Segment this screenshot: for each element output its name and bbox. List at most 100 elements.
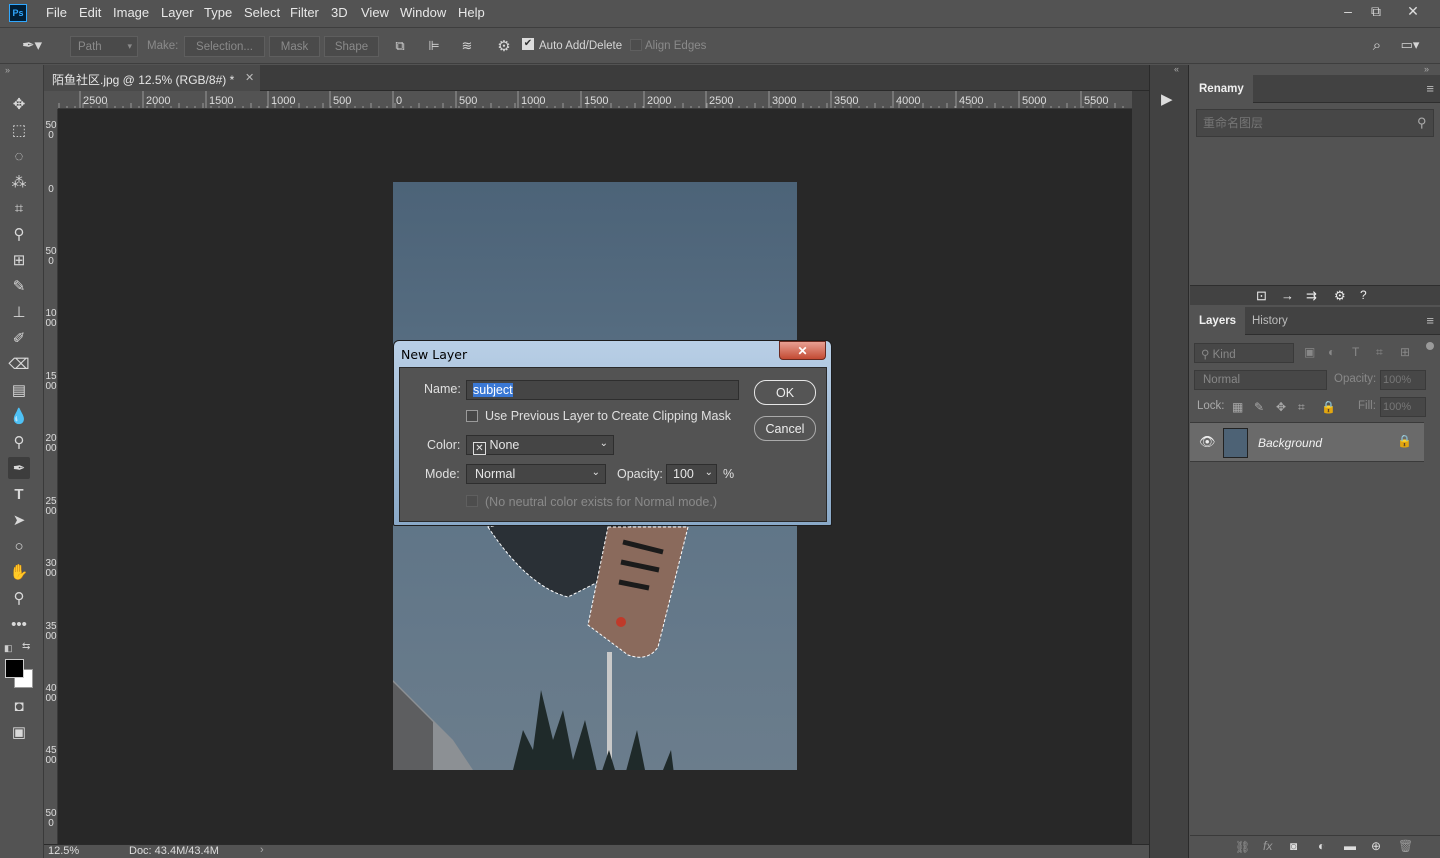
double-arrow-icon[interactable]: ⇉: [1306, 288, 1317, 304]
menu-filter[interactable]: Filter: [290, 5, 319, 20]
lock-pixels-icon[interactable]: ✎: [1254, 400, 1264, 414]
history-brush-tool-icon[interactable]: ✐: [8, 327, 30, 349]
chevron-down-icon[interactable]: ⌄: [705, 467, 713, 478]
gear-icon[interactable]: ⚙: [1334, 288, 1346, 304]
ok-button[interactable]: OK: [754, 380, 816, 405]
collapse-toolbar-icon[interactable]: »: [5, 65, 10, 75]
more-tools-icon[interactable]: •••: [8, 613, 30, 635]
menu-file[interactable]: File: [46, 5, 67, 20]
marquee-tool-icon[interactable]: ⬚: [8, 119, 30, 141]
filter-type-icon[interactable]: T: [1352, 345, 1359, 359]
arrow-right-icon[interactable]: →: [1281, 288, 1294, 303]
stamp-tool-icon[interactable]: ⊥: [8, 301, 30, 323]
link-layers-icon[interactable]: ⛓: [1235, 840, 1250, 854]
lock-artboard-icon[interactable]: ⌗: [1298, 400, 1305, 415]
shape-button[interactable]: Shape: [324, 36, 379, 57]
magic-wand-tool-icon[interactable]: ⁂: [8, 171, 30, 193]
screen-mode-icon[interactable]: ▣: [8, 721, 30, 743]
blur-tool-icon[interactable]: 💧: [8, 405, 30, 427]
path-alignment-icon[interactable]: ⊫: [425, 38, 443, 54]
tab-history[interactable]: History: [1243, 307, 1297, 335]
play-action-icon[interactable]: ▶: [1161, 90, 1173, 108]
layer-fill-field[interactable]: 100%: [1380, 397, 1426, 417]
search-icon[interactable]: ⌕: [1368, 37, 1386, 54]
filter-toggle-icon[interactable]: [1426, 342, 1434, 350]
opacity-input[interactable]: 100 ⌄: [666, 464, 717, 484]
vertical-scrollbar[interactable]: [1132, 91, 1149, 844]
document-tab[interactable]: 陌鱼社区.jpg @ 12.5% (RGB/8#) * ✕: [44, 65, 260, 91]
panel-menu-icon[interactable]: ≡: [1426, 313, 1434, 328]
dialog-close-button[interactable]: ✕: [779, 341, 826, 360]
layer-name[interactable]: Background: [1258, 436, 1322, 450]
default-colors-icon[interactable]: ◧: [4, 643, 13, 654]
path-operations-icon[interactable]: ⧉: [391, 38, 409, 54]
add-mask-icon[interactable]: ◙: [1290, 839, 1297, 853]
eye-icon[interactable]: 👁: [1199, 434, 1216, 450]
color-select[interactable]: ✕ None ⌄: [466, 435, 614, 455]
renamy-search-input[interactable]: [1197, 110, 1407, 136]
swap-colors-icon[interactable]: ⇆: [22, 641, 30, 652]
lock-position-icon[interactable]: ✥: [1276, 400, 1286, 414]
menu-layer[interactable]: Layer: [161, 5, 194, 20]
zoom-level[interactable]: 12.5%: [48, 845, 79, 857]
gradient-tool-icon[interactable]: ▤: [8, 379, 30, 401]
gear-icon[interactable]: ⚙: [495, 37, 513, 55]
close-tab-icon[interactable]: ✕: [245, 71, 254, 84]
menu-3d[interactable]: 3D: [331, 5, 348, 20]
path-mode-select[interactable]: Path ▾: [70, 36, 138, 57]
blend-mode-select[interactable]: Normal: [1194, 370, 1327, 390]
filter-pixel-icon[interactable]: ▣: [1304, 345, 1315, 359]
menu-type[interactable]: Type: [204, 5, 232, 20]
cancel-button[interactable]: Cancel: [754, 416, 816, 441]
panel-menu-icon[interactable]: ≡: [1426, 81, 1434, 96]
minimize-button[interactable]: –: [1336, 2, 1360, 20]
tab-renamy[interactable]: Renamy: [1190, 75, 1253, 103]
hand-tool-icon[interactable]: ✋: [8, 561, 30, 583]
lock-transparent-icon[interactable]: ▦: [1232, 400, 1243, 414]
renamy-search-box[interactable]: ⚲: [1196, 109, 1434, 137]
align-edges-checkbox[interactable]: [630, 39, 642, 51]
healing-brush-tool-icon[interactable]: ⊞: [8, 249, 30, 271]
mask-button[interactable]: Mask: [269, 36, 320, 57]
menu-help[interactable]: Help: [458, 5, 485, 20]
search-icon[interactable]: ⚲: [1417, 115, 1427, 131]
restore-button[interactable]: ⧉: [1364, 2, 1388, 20]
type-tool-icon[interactable]: T: [8, 483, 30, 505]
new-group-icon[interactable]: ▬: [1344, 839, 1356, 853]
mode-select[interactable]: Normal ⌄: [466, 464, 606, 484]
pen-tool-preset-icon[interactable]: ✒▾: [12, 36, 52, 54]
path-arrangement-icon[interactable]: ≋: [457, 38, 477, 54]
filter-adjustment-icon[interactable]: ◐: [1328, 345, 1335, 359]
menu-select[interactable]: Select: [244, 5, 280, 20]
pen-tool-icon[interactable]: ✒: [8, 457, 30, 479]
status-menu-arrow-icon[interactable]: ›: [260, 844, 264, 856]
selection-button[interactable]: Selection...: [184, 36, 265, 57]
rename-icon[interactable]: ⊡: [1256, 288, 1267, 304]
fx-icon[interactable]: fx: [1263, 839, 1272, 853]
menu-window[interactable]: Window: [400, 5, 446, 20]
collapse-panels-icon[interactable]: «: [1174, 64, 1179, 74]
workspace-icon[interactable]: ▭▾: [1398, 37, 1422, 53]
auto-add-delete-checkbox[interactable]: ✔: [522, 38, 534, 50]
layer-row[interactable]: 👁 Background 🔒: [1190, 422, 1424, 462]
filter-smart-object-icon[interactable]: ⊞: [1400, 345, 1410, 359]
eyedropper-tool-icon[interactable]: ⚲: [8, 223, 30, 245]
filter-shape-icon[interactable]: ⌗: [1376, 345, 1383, 360]
lock-all-icon[interactable]: 🔒: [1321, 400, 1336, 414]
trash-icon[interactable]: 🗑: [1398, 839, 1413, 853]
menu-edit[interactable]: Edit: [79, 5, 101, 20]
foreground-color-swatch[interactable]: [5, 659, 24, 678]
layer-filter-kind[interactable]: ⚲ Kind: [1194, 343, 1294, 363]
move-tool-icon[interactable]: ✥: [8, 93, 30, 115]
brush-tool-icon[interactable]: ✎: [8, 275, 30, 297]
adjustment-layer-icon[interactable]: ◐: [1318, 839, 1325, 853]
zoom-tool-icon[interactable]: ⚲: [8, 587, 30, 609]
clipping-mask-checkbox[interactable]: [466, 410, 478, 422]
menu-view[interactable]: View: [361, 5, 389, 20]
menu-image[interactable]: Image: [113, 5, 149, 20]
close-window-button[interactable]: ✕: [1401, 2, 1425, 20]
new-layer-icon[interactable]: ⊕: [1371, 839, 1381, 853]
expand-dock-icon[interactable]: »: [1424, 64, 1429, 74]
crop-tool-icon[interactable]: ⌗: [8, 197, 30, 219]
tab-layers[interactable]: Layers: [1190, 307, 1246, 335]
